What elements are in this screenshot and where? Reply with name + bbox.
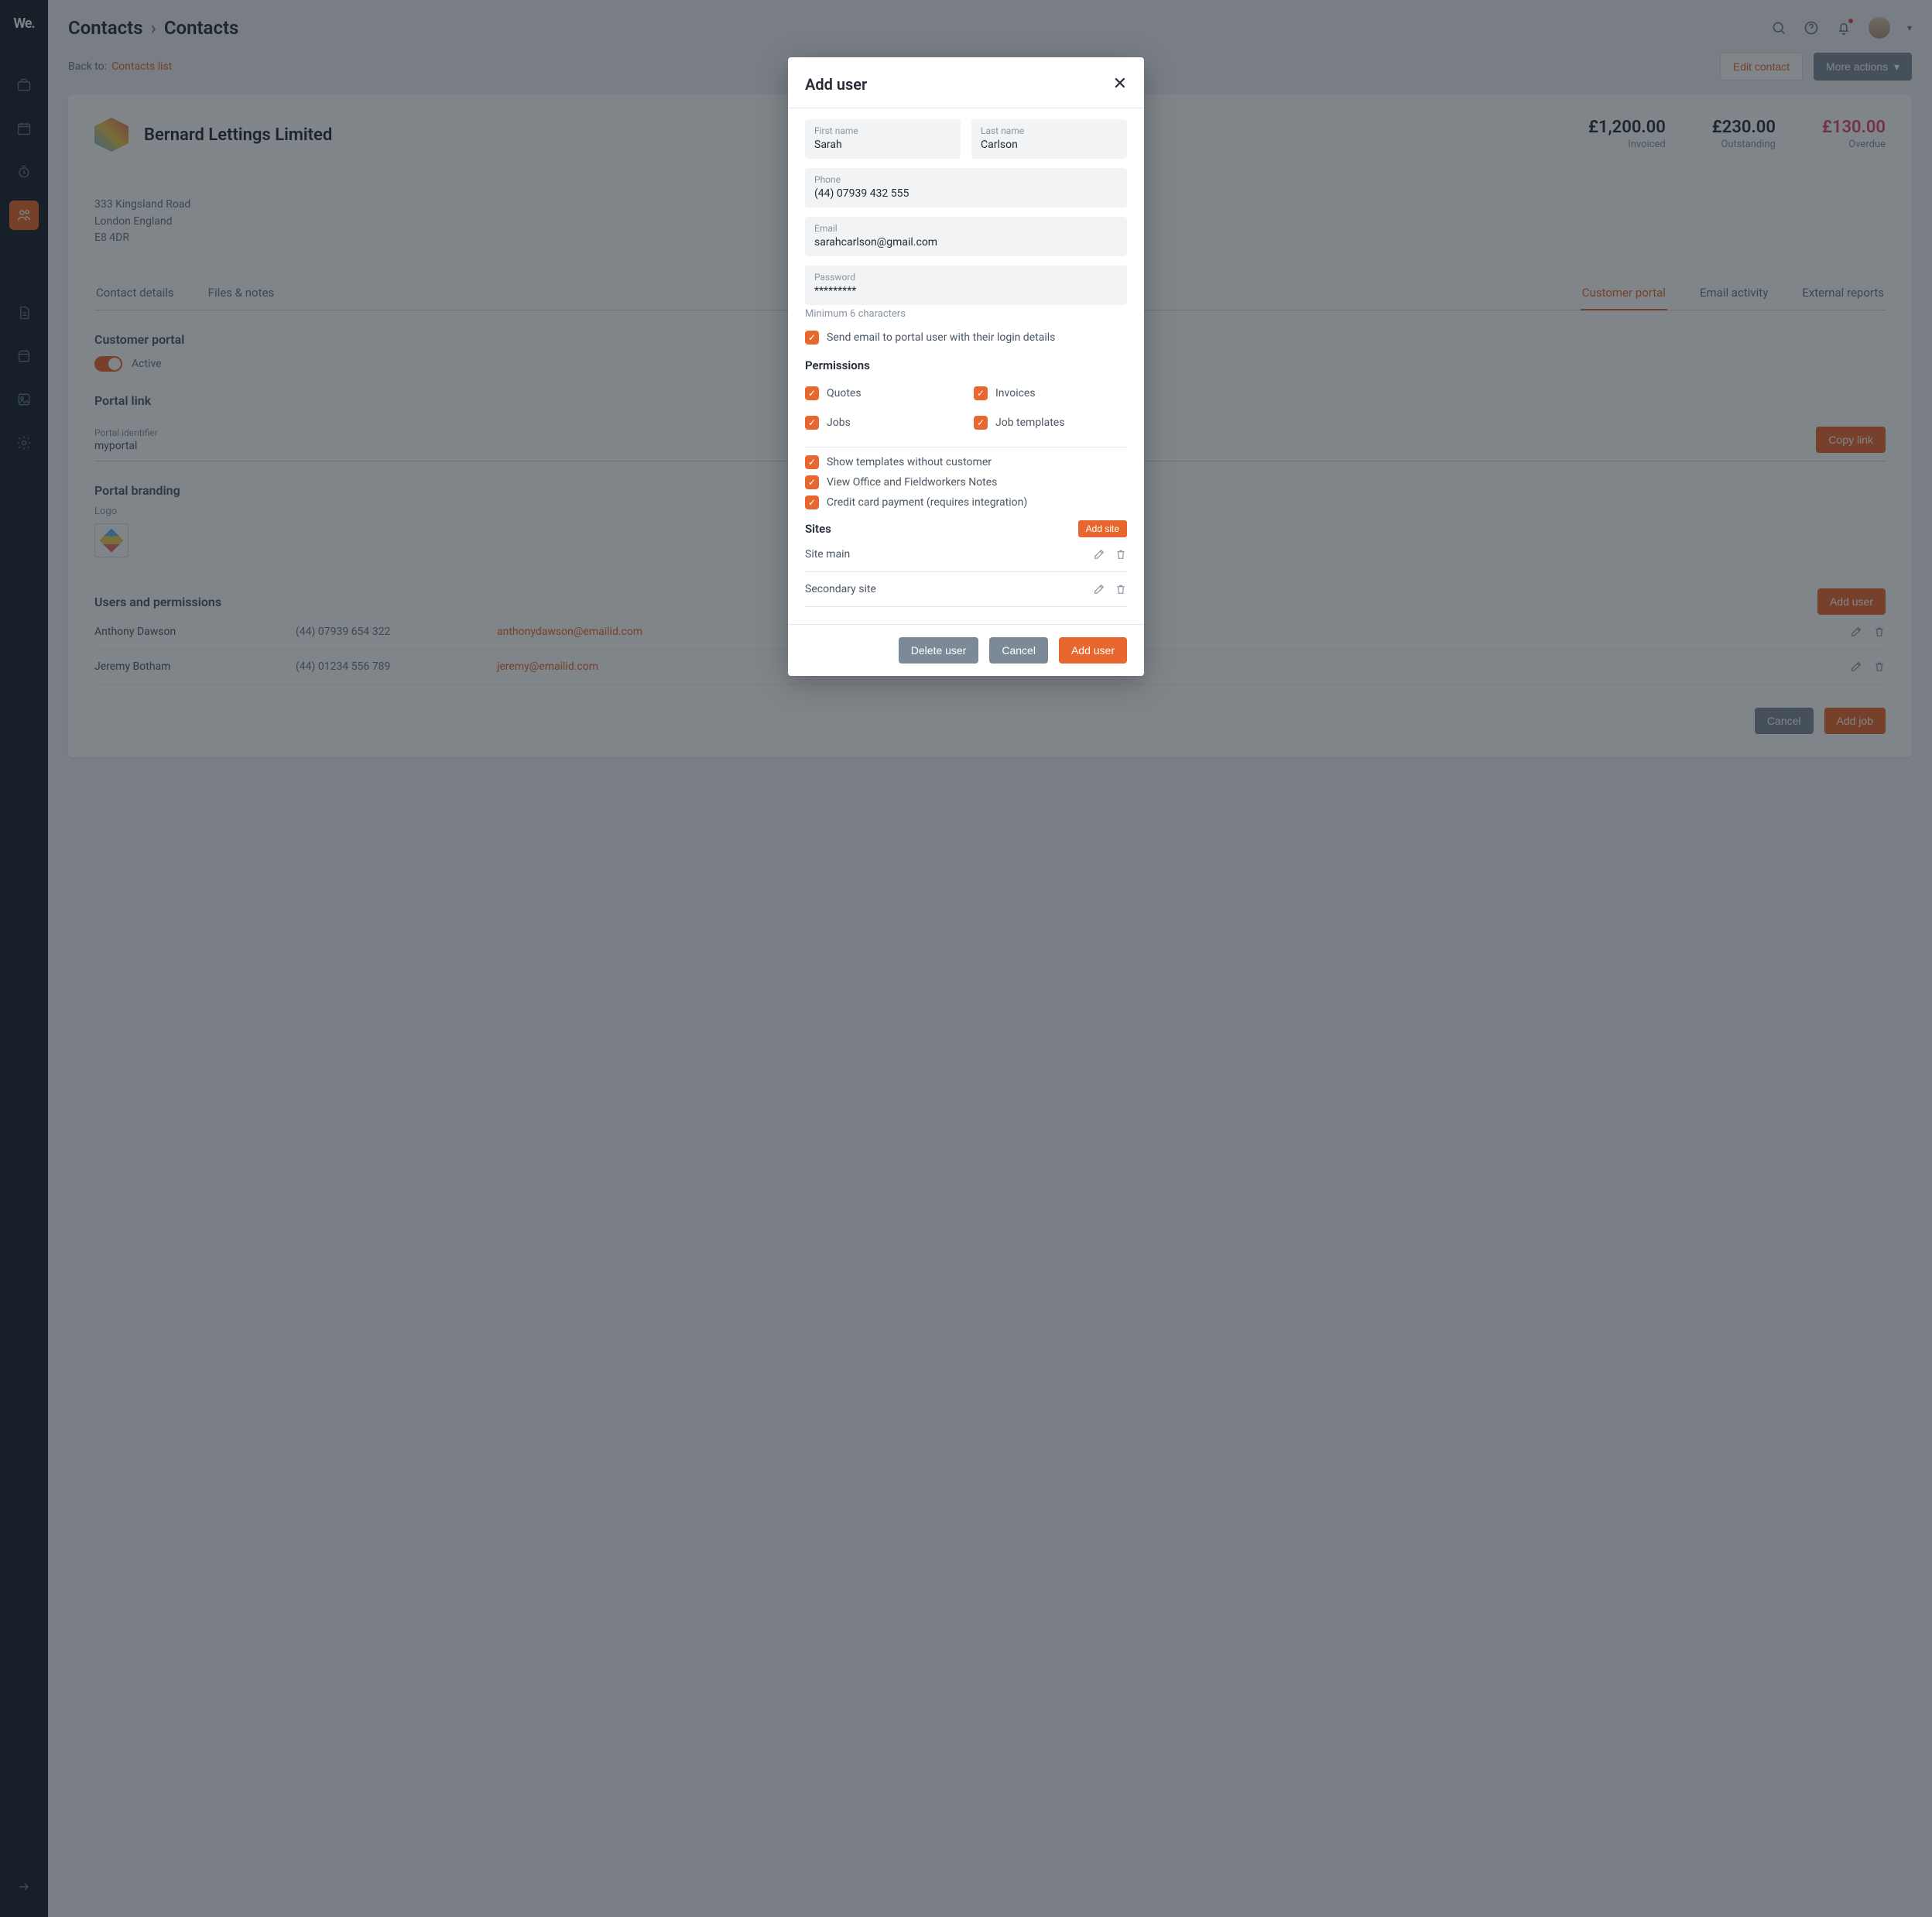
last-name-input[interactable] [981, 139, 1118, 151]
delete-icon[interactable] [1115, 548, 1127, 561]
password-field[interactable]: Password [805, 266, 1127, 305]
edit-icon[interactable] [1093, 548, 1105, 561]
email-input[interactable] [814, 236, 1118, 249]
modal-cancel-button[interactable]: Cancel [989, 637, 1048, 664]
sites-title: Sites [805, 522, 831, 536]
password-hint: Minimum 6 characters [805, 308, 1127, 320]
last-name-field[interactable]: Last name [971, 119, 1127, 159]
modal-title: Add user [805, 75, 867, 94]
site-row: Secondary site [805, 572, 1127, 607]
add-site-button[interactable]: Add site [1078, 520, 1127, 537]
send-email-checkbox[interactable]: ✓ [805, 331, 819, 345]
perm-templates-checkbox[interactable]: ✓ [974, 416, 988, 430]
perm-view-notes-checkbox[interactable]: ✓ [805, 475, 819, 489]
perm-quotes-checkbox[interactable]: ✓ [805, 386, 819, 400]
modal-add-user-button[interactable]: Add user [1059, 637, 1127, 664]
perm-show-templates-checkbox[interactable]: ✓ [805, 455, 819, 469]
permissions-title: Permissions [805, 358, 1127, 372]
send-email-label: Send email to portal user with their log… [827, 331, 1055, 344]
email-field[interactable]: Email [805, 217, 1127, 256]
perm-credit-card-checkbox[interactable]: ✓ [805, 496, 819, 509]
add-user-modal: Add user ✕ First name Last name Phone [788, 57, 1144, 676]
perm-invoices-checkbox[interactable]: ✓ [974, 386, 988, 400]
first-name-input[interactable] [814, 139, 951, 151]
delete-user-button[interactable]: Delete user [899, 637, 979, 664]
site-row: Site main [805, 537, 1127, 572]
edit-icon[interactable] [1093, 583, 1105, 595]
password-input[interactable] [814, 285, 1118, 297]
delete-icon[interactable] [1115, 583, 1127, 595]
modal-overlay: Add user ✕ First name Last name Phone [0, 0, 1932, 1917]
phone-input[interactable] [814, 187, 1118, 200]
first-name-field[interactable]: First name [805, 119, 961, 159]
close-icon[interactable]: ✕ [1113, 74, 1127, 94]
perm-jobs-checkbox[interactable]: ✓ [805, 416, 819, 430]
phone-field[interactable]: Phone [805, 168, 1127, 207]
